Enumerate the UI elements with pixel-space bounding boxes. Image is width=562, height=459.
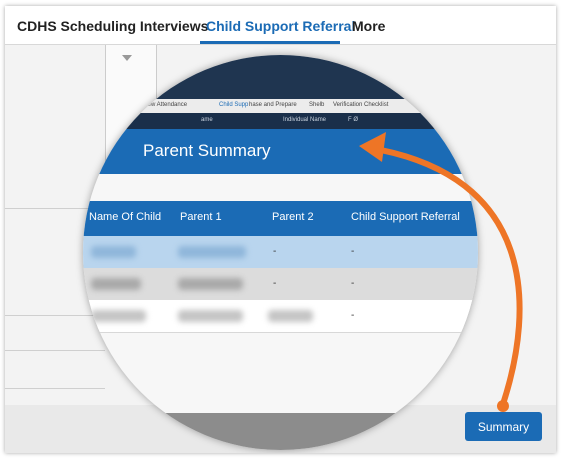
app-window: CDHS Scheduling Interviews Child Support… [5,6,556,453]
arrow-line [367,145,523,407]
callout-arrow [359,132,523,412]
arrow-head-icon [359,132,386,162]
arrow-start-dot [497,400,509,412]
